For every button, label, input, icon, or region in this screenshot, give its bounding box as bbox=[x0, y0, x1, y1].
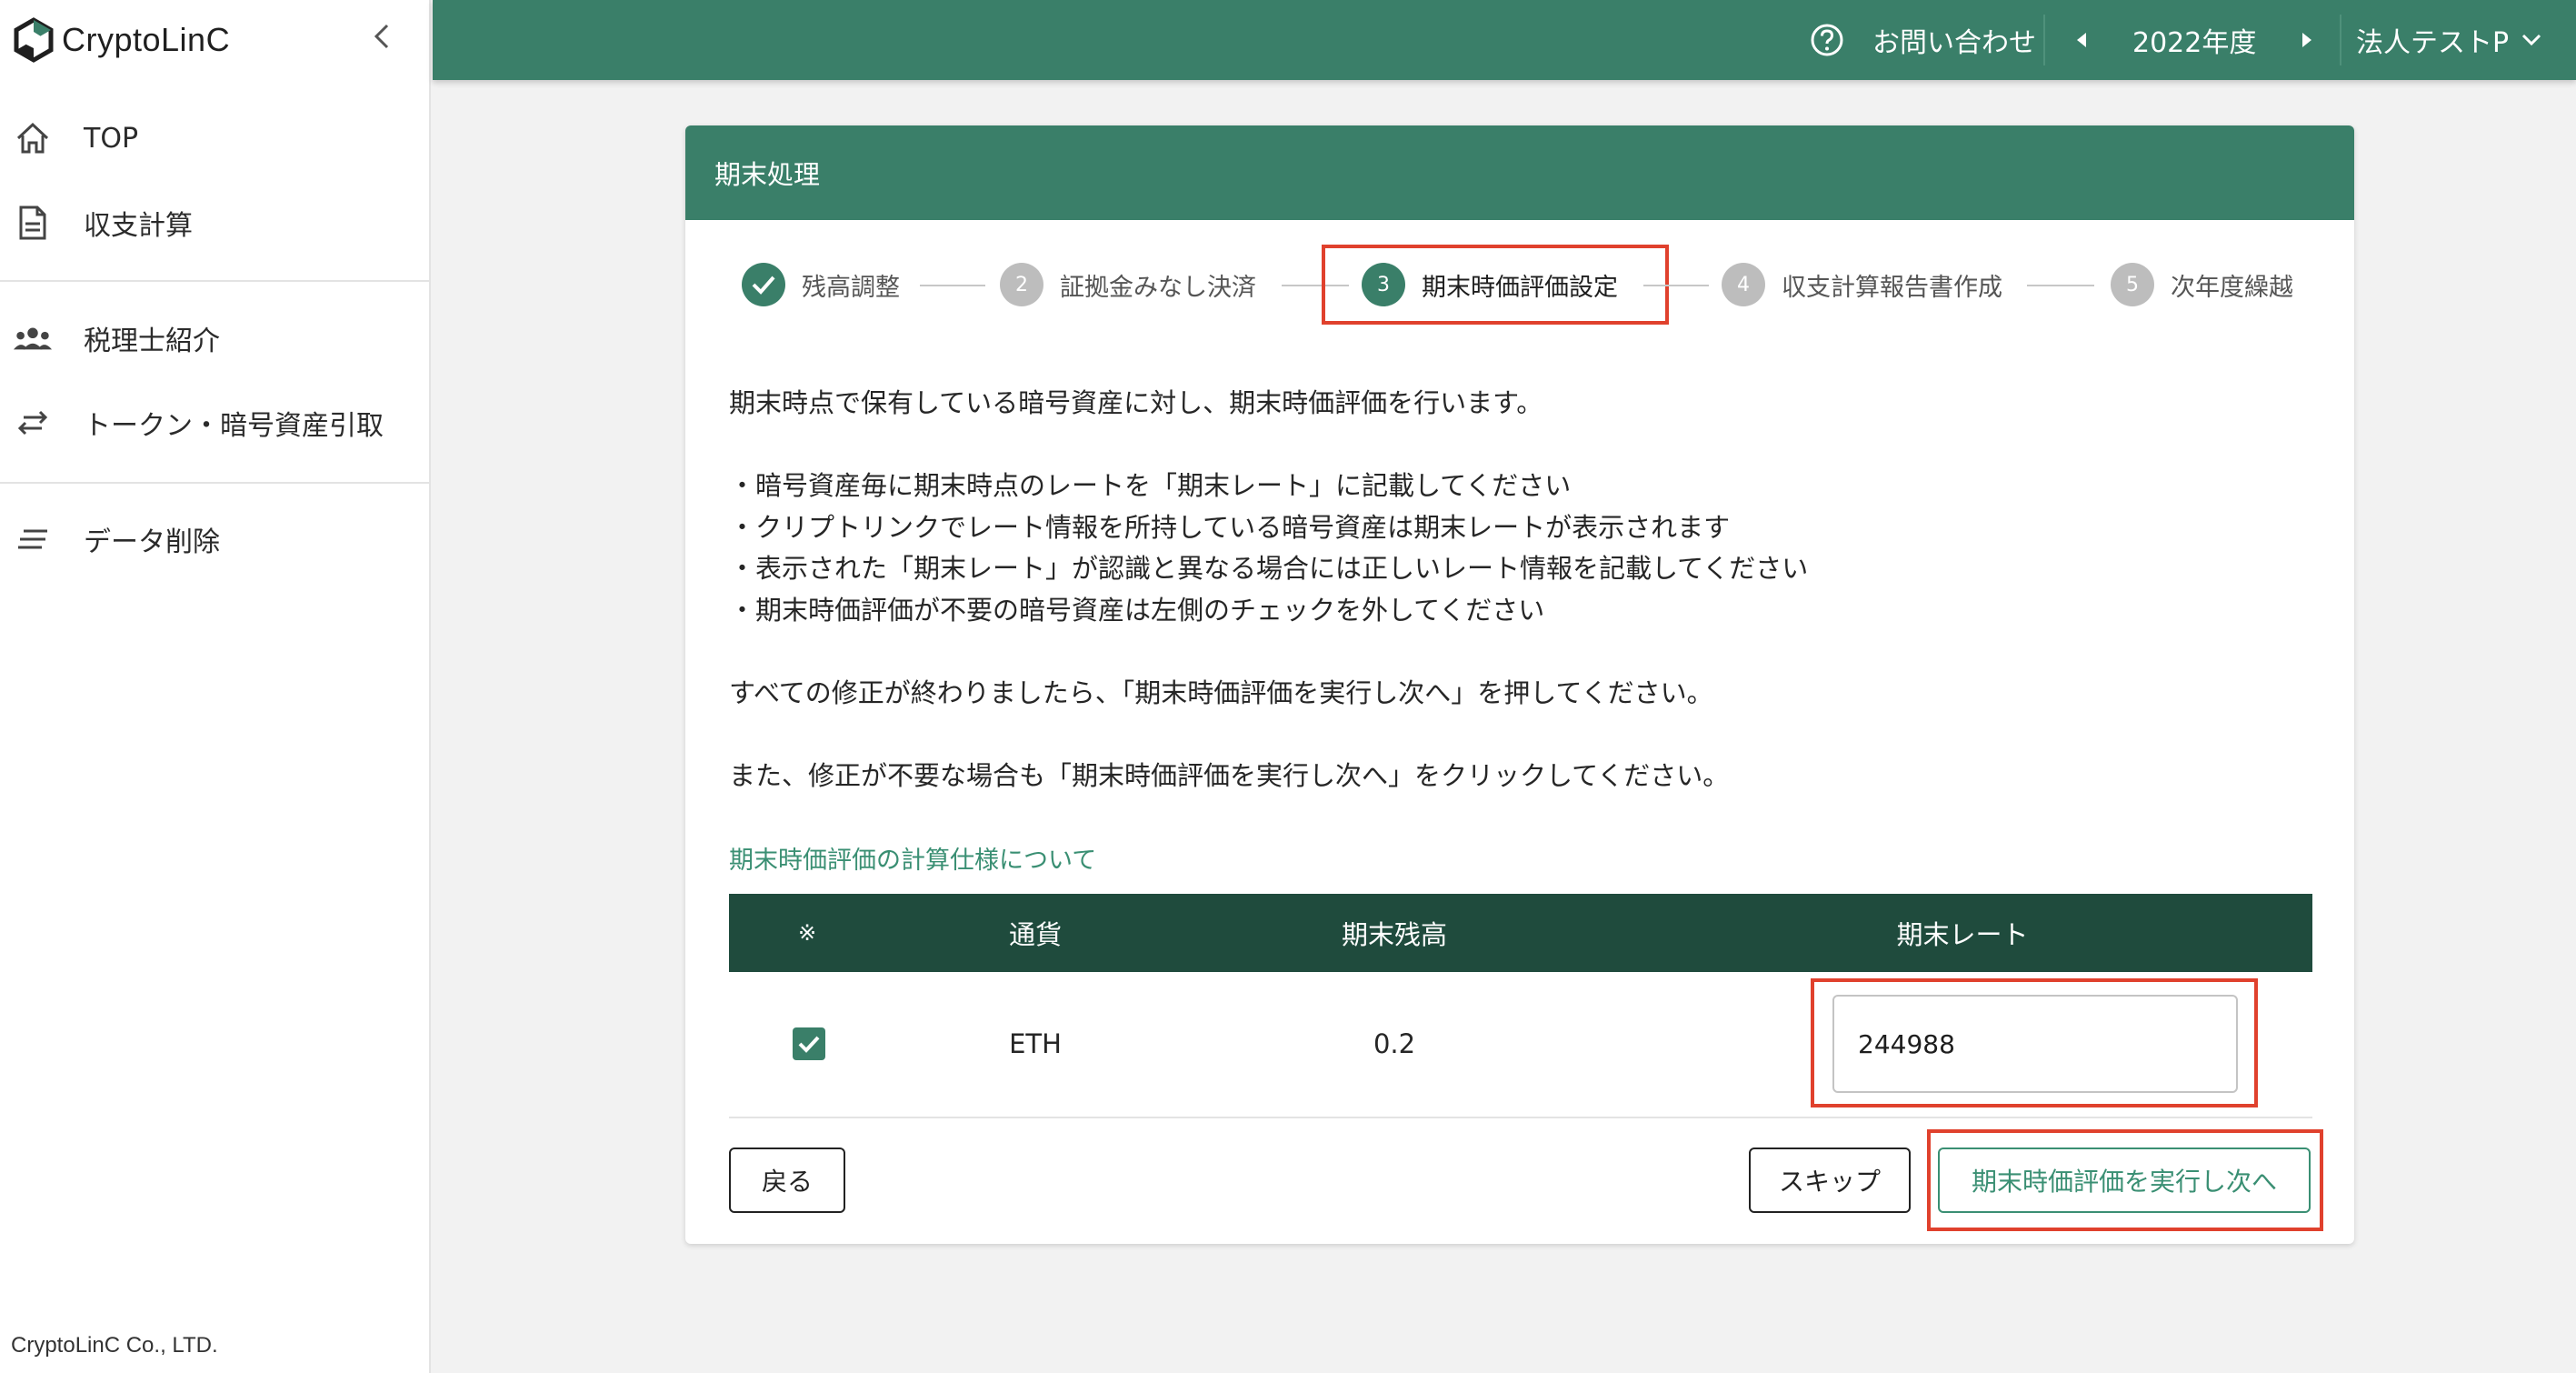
sidebar-item-label: トークン・暗号資産引取 bbox=[84, 410, 384, 442]
footer-company: CryptoLinC Co., LTD. bbox=[11, 1333, 218, 1358]
sidebar-item-label: 収支計算 bbox=[84, 210, 193, 242]
sidebar-item-income-calc[interactable]: 収支計算 bbox=[0, 186, 429, 259]
caret-right-icon bbox=[2302, 33, 2311, 47]
highlight-box-execute bbox=[1927, 1129, 2323, 1231]
description-line: また、修正が不要な場合も「期末時価評価を実行し次へ」をクリックしてください。 bbox=[729, 760, 1730, 791]
sidebar-item-top[interactable]: TOP bbox=[0, 102, 429, 175]
period-end-card: 期末処理 残高調整 2 証拠金みなし決済 3 期末時価評価設定 4 収支計算報告… bbox=[685, 125, 2354, 1244]
help-icon bbox=[1811, 24, 1843, 56]
chevron-left-icon bbox=[374, 24, 389, 49]
sidebar-item-label: データ削除 bbox=[84, 526, 220, 558]
collapse-sidebar-button[interactable] bbox=[362, 16, 402, 56]
swap-arrows-icon bbox=[13, 403, 53, 443]
step-4: 4 収支計算報告書作成 bbox=[1722, 260, 2002, 309]
back-button[interactable]: 戻る bbox=[729, 1148, 845, 1213]
step-number: 2 bbox=[1000, 263, 1043, 306]
people-icon bbox=[13, 318, 53, 358]
description-line: ・クリプトリンクでレート情報を所持している暗号資産は期末レートが表示されます bbox=[729, 512, 1731, 543]
prev-year-button[interactable] bbox=[2062, 20, 2102, 60]
step-5: 5 次年度繰越 bbox=[2111, 260, 2293, 309]
row-checkbox[interactable] bbox=[793, 1027, 825, 1060]
top-header: お問い合わせ 2022年度 法人テストP bbox=[433, 0, 2576, 80]
step-connector bbox=[920, 285, 985, 286]
description-line: ・表示された「期末レート」が認識と異なる場合には正しいレート情報を記載してくださ… bbox=[729, 553, 1809, 584]
caret-left-icon bbox=[2077, 33, 2086, 47]
logo-hexagon-icon bbox=[14, 17, 54, 63]
contact-link[interactable]: お問い合わせ bbox=[1872, 0, 2036, 80]
chevron-down-icon bbox=[2522, 34, 2541, 46]
highlight-box-rate bbox=[1811, 978, 2258, 1107]
next-year-button[interactable] bbox=[2287, 20, 2327, 60]
sidebar: CryptoLinC TOP 収支計算 税理士紹介 トークン・暗号資産引取 デー… bbox=[0, 0, 431, 1373]
home-icon bbox=[13, 118, 53, 158]
balance-cell: 0.2 bbox=[1373, 1028, 1416, 1059]
company-selector[interactable]: 法人テストP bbox=[2356, 0, 2541, 80]
document-icon bbox=[13, 203, 53, 243]
description-line: 期末時点で保有している暗号資産に対し、期末時価評価を行います。 bbox=[729, 387, 1543, 418]
sidebar-divider bbox=[0, 280, 429, 282]
column-header: 期末レート bbox=[1896, 919, 2029, 950]
help-button[interactable] bbox=[1805, 18, 1849, 62]
header-divider bbox=[2043, 15, 2045, 65]
logo-text: CryptoLinC bbox=[62, 21, 231, 58]
table-divider bbox=[729, 1117, 2312, 1118]
step-1: 残高調整 bbox=[742, 260, 900, 309]
step-connector bbox=[2027, 285, 2094, 286]
column-header: 通貨 bbox=[1008, 919, 1062, 950]
lines-icon bbox=[13, 519, 53, 559]
check-icon bbox=[798, 1036, 820, 1053]
skip-button[interactable]: スキップ bbox=[1749, 1148, 1911, 1213]
currency-cell: ETH bbox=[1009, 1028, 1062, 1059]
sidebar-item-label: TOP bbox=[84, 122, 139, 155]
step-connector bbox=[1643, 285, 1709, 286]
company-name: 法人テストP bbox=[2356, 27, 2510, 59]
check-icon bbox=[742, 263, 785, 306]
step-2: 2 証拠金みなし決済 bbox=[1000, 260, 1256, 309]
column-header: ※ bbox=[797, 920, 817, 946]
column-header: 期末残高 bbox=[1341, 919, 1447, 950]
sidebar-item-tax-accountant[interactable]: 税理士紹介 bbox=[0, 302, 429, 375]
sidebar-item-token-takeover[interactable]: トークン・暗号資産引取 bbox=[0, 386, 429, 459]
step-label: 証拠金みなし決済 bbox=[1060, 273, 1256, 302]
step-label: 収支計算報告書作成 bbox=[1782, 273, 2002, 302]
table-header: ※ 通貨 期末残高 期末レート bbox=[729, 894, 2312, 972]
step-number: 5 bbox=[2111, 263, 2154, 306]
step-number: 4 bbox=[1722, 263, 1765, 306]
calc-spec-link[interactable]: 期末時価評価の計算仕様について bbox=[729, 840, 1096, 876]
description-line: ・期末時価評価が不要の暗号資産は左側のチェックを外してください bbox=[729, 595, 1545, 626]
description-line: ・暗号資産毎に期末時点のレートを「期末レート」に記載してください bbox=[729, 470, 1572, 501]
sidebar-item-data-delete[interactable]: データ削除 bbox=[0, 503, 429, 576]
sidebar-divider bbox=[0, 482, 429, 484]
description-line: すべての修正が終わりましたら、「期末時価評価を実行し次へ」を押してください。 bbox=[729, 677, 1713, 708]
fiscal-year: 2022年度 bbox=[2132, 27, 2257, 59]
logo[interactable]: CryptoLinC bbox=[11, 15, 230, 65]
highlight-box-step bbox=[1322, 245, 1669, 325]
header-divider bbox=[2340, 15, 2341, 65]
card-title: 期末処理 bbox=[685, 125, 2354, 220]
step-label: 次年度繰越 bbox=[2171, 273, 2293, 302]
sidebar-item-label: 税理士紹介 bbox=[84, 326, 220, 357]
step-label: 残高調整 bbox=[802, 273, 900, 302]
